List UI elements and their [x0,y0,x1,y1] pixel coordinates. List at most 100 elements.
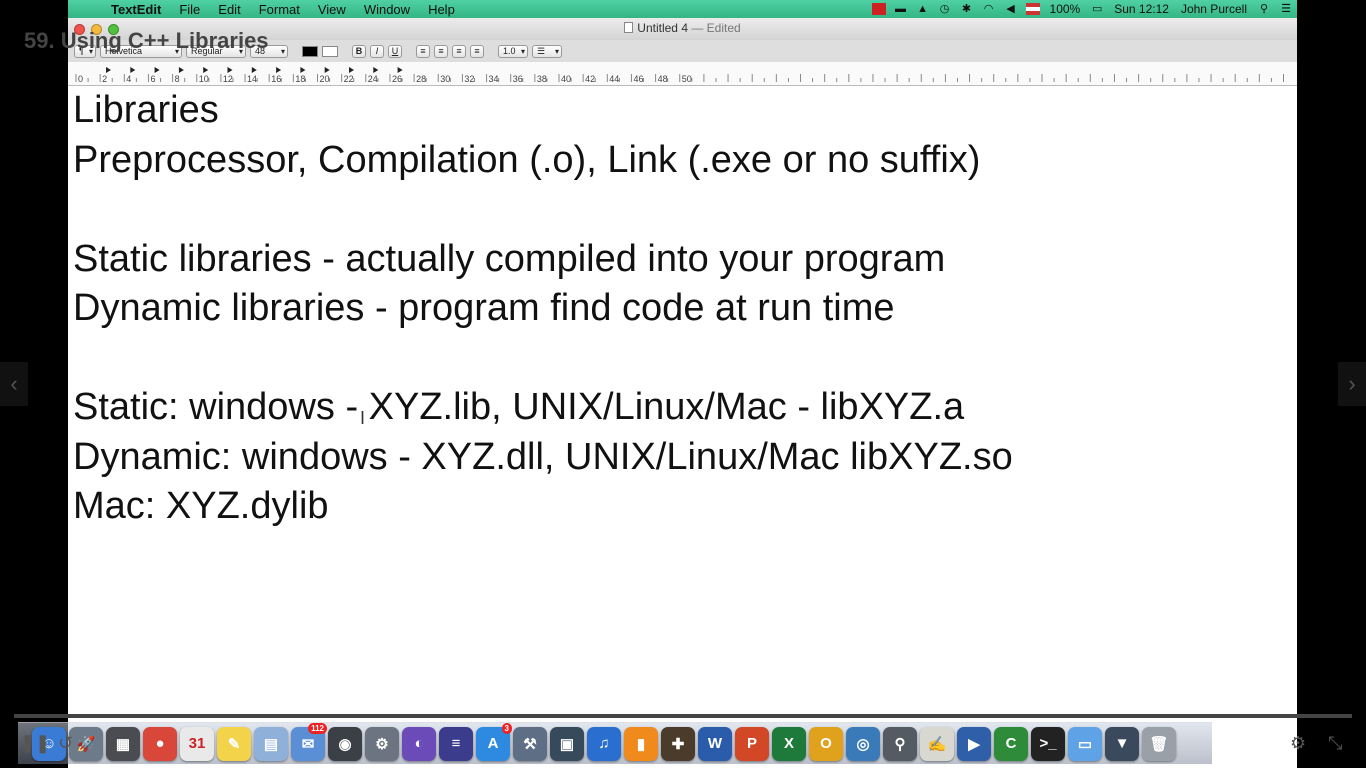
align-left-icon[interactable]: ≡ [416,44,430,58]
calendar-icon[interactable]: 31 [180,726,214,761]
user-name[interactable]: John Purcell [1175,2,1253,16]
document-line[interactable] [73,185,1297,235]
dock-icon-glyph: O [820,735,832,752]
textedit-icon[interactable]: ✍ [920,726,954,761]
tab-stop-icon[interactable] [373,67,379,73]
tab-stop-icon[interactable] [251,67,257,73]
menu-window[interactable]: Window [355,2,419,17]
document-line[interactable]: Dynamic: windows - XYZ.dll, UNIX/Linux/M… [73,433,1297,483]
document-line[interactable]: Libraries [73,86,1297,136]
ruler[interactable]: 0 2 4 6 8 10 12 14 16 18 20 22 24 26 28 30 32 34 36 38 40 42 4… [68,62,1297,86]
menu-file[interactable]: File [170,2,209,17]
tab-stop-icon[interactable] [300,67,306,73]
terminal-icon[interactable]: >_ [1031,726,1065,761]
document-line[interactable]: Static libraries - actually compiled int… [73,235,1297,285]
time-machine-icon[interactable]: ◷ [938,3,952,15]
dock-icon-glyph: C [1005,735,1017,752]
chrome-icon[interactable]: ● [143,726,177,761]
network-icon[interactable]: ◎ [846,726,880,761]
underline-button[interactable]: U [388,44,402,58]
tab-stop-icon[interactable] [154,67,160,73]
tab-stop-icon[interactable] [349,67,354,73]
bluetooth-icon[interactable]: ✱ [960,3,974,15]
battery-percent[interactable]: 100% [1044,2,1087,16]
tab-stop-icon[interactable] [106,67,111,73]
xcode-icon[interactable]: ⚒ [513,726,547,761]
tab-stop-icon[interactable] [276,67,282,73]
outlook-icon[interactable]: O [809,726,843,761]
highlight-color-swatch[interactable] [322,45,338,57]
document-body[interactable]: Libraries Preprocessor, Compilation (.o),… [73,86,1297,714]
tab-stop-icon[interactable] [178,67,184,73]
menu-edit[interactable]: Edit [209,2,249,17]
drive-icon[interactable]: ▲ [916,3,930,15]
screenflow-icon[interactable]: ▶ [957,726,991,761]
tab-stop-icon[interactable] [203,67,209,73]
eclipse-icon[interactable]: ◐ [402,726,436,761]
menu-app-name[interactable]: TextEdit [102,2,170,17]
ibooks-icon[interactable]: ▮ [624,726,658,761]
dock-icon-glyph: ✉ [301,735,315,753]
excel-icon[interactable]: X [772,726,806,761]
align-right-icon[interactable]: ≡ [452,44,466,58]
document-line[interactable]: Mac: XYZ.dylib [73,482,1297,532]
spotlight-icon[interactable]: ⚲ [1257,3,1271,15]
line-spacing-select[interactable]: 1.0 [498,44,528,58]
mission-control-icon[interactable]: ▦ [106,726,140,761]
utility-icon[interactable]: ⚲ [883,726,917,761]
document-line[interactable]: Dynamic libraries - program find code at… [73,284,1297,334]
tab-stop-icon[interactable] [227,67,233,73]
align-center-icon[interactable]: ≡ [434,44,448,58]
dock-icon-glyph: ▦ [115,735,131,753]
align-justify-icon[interactable]: ≡ [470,44,484,58]
document-line[interactable] [73,334,1297,384]
text-color-swatch[interactable] [302,45,318,57]
volume-icon[interactable]: ◀ [1004,3,1018,15]
document-line[interactable]: Static: windows - XYZ.lib, UNIX/Linux/Ma… [73,383,1297,433]
wifi-icon[interactable]: ◠ [982,3,996,15]
itunes-icon[interactable]: ♫ [587,726,621,761]
word-icon[interactable]: W [698,726,732,761]
fullscreen-icon[interactable]: ⤡ [1328,733,1342,754]
mail-icon[interactable]: ✉ 112 [291,722,327,761]
rewind-icon[interactable]: ↺ [58,733,73,754]
folder-icon[interactable]: ▭ [1068,726,1102,761]
instruments-icon[interactable]: ✚ [661,726,695,761]
battery-icon[interactable]: ▭ [1090,3,1104,15]
italic-button[interactable]: I [370,44,384,58]
bold-button[interactable]: B [352,44,366,58]
launchpad-icon[interactable]: 🚀 [69,726,103,761]
video-progress-bar[interactable] [14,714,1352,718]
app-store-icon[interactable]: A3 [476,722,512,761]
tab-stop-icon[interactable] [397,67,403,73]
prev-lecture-button[interactable]: ‹ [0,362,28,406]
dock-icon-glyph: 🚀 [76,735,96,753]
document-line[interactable]: Preprocessor, Compilation (.o), Link (.e… [73,136,1297,186]
clock[interactable]: Sun 12:12 [1108,2,1175,16]
tab-stop-icon[interactable] [324,67,330,73]
iphoto-icon[interactable]: ▣ [550,726,584,761]
preview-icon[interactable]: ▤ [254,726,288,761]
menu-format[interactable]: Format [250,2,309,17]
menu-help[interactable]: Help [419,2,464,17]
clapper-icon[interactable]: ▬ [894,3,908,15]
eclipse-cpp-icon[interactable]: ≡ [439,726,473,761]
camtasia-icon[interactable]: C [994,726,1028,761]
system-prefs-icon[interactable]: ⚙ [365,726,399,761]
ruler-graphic: 0 2 4 6 8 10 12 14 16 18 20 22 24 26 28 30 32 34 36 38 40 42 4… [75,67,1284,84]
powerpoint-icon[interactable]: P [735,726,769,761]
notes-icon[interactable]: ✎ [217,726,251,761]
recording-icon[interactable] [871,3,886,15]
trash-icon[interactable]: 🗑 [1142,726,1176,761]
facetime-icon[interactable]: ◉ [328,726,362,761]
downloads-icon[interactable]: ▼ [1105,726,1139,761]
settings-icon[interactable]: ⚙ [1290,733,1306,754]
pause-icon[interactable]: ❚❚ [20,733,50,754]
notification-center-icon[interactable]: ☰ [1279,3,1293,15]
flag-icon[interactable] [1025,3,1040,15]
tab-stop-icon[interactable] [130,67,136,73]
menu-view[interactable]: View [309,2,355,17]
ruler-label: 10 [199,74,209,84]
next-lecture-button[interactable]: › [1338,362,1366,406]
list-style-select[interactable]: ☰ [532,44,562,58]
